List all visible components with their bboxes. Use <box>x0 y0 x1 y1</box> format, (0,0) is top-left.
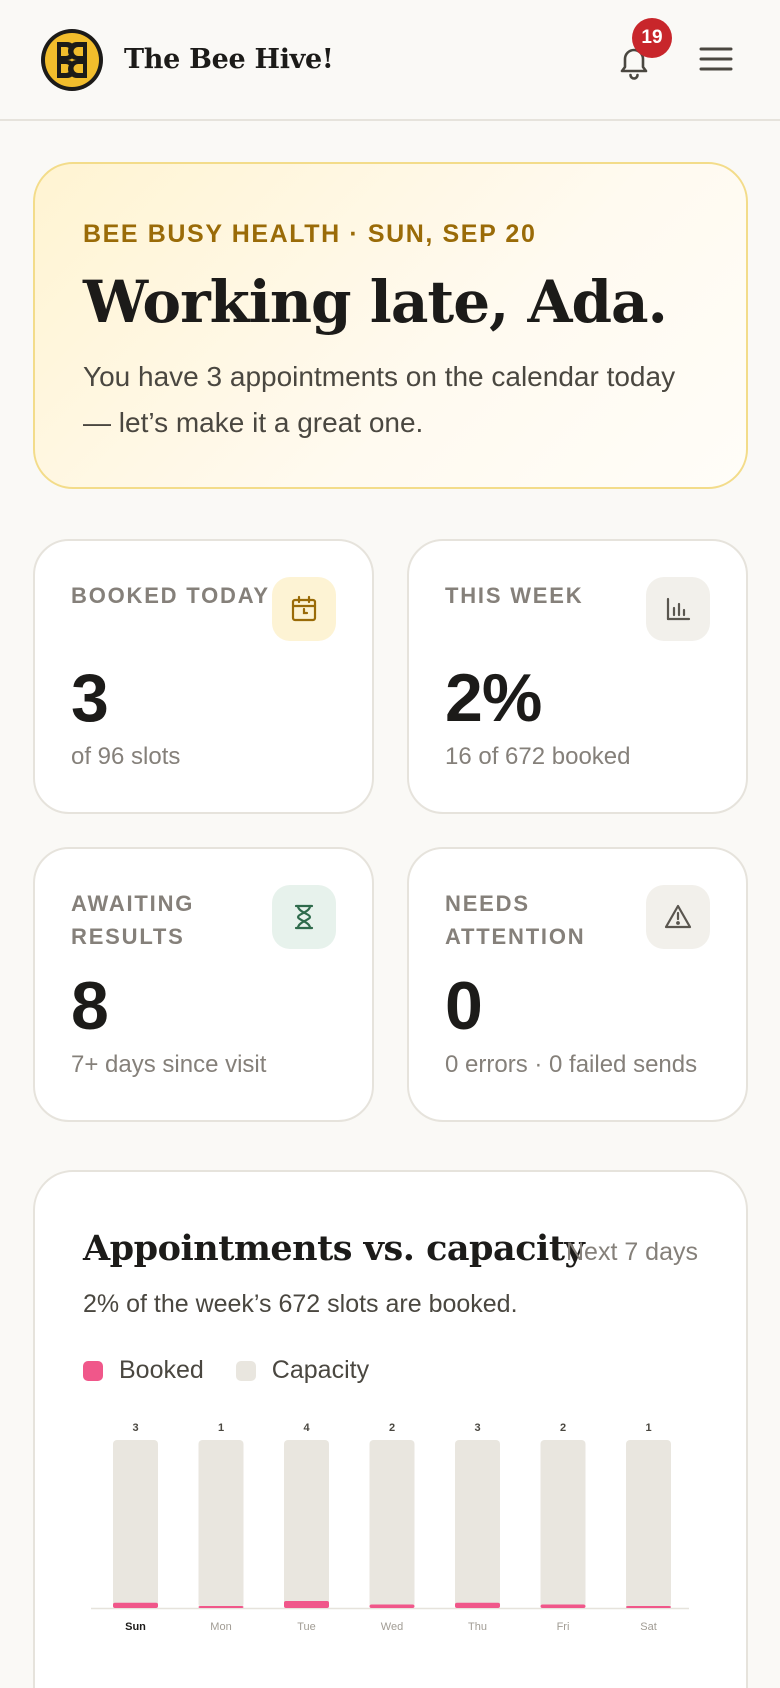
bee-hive-logo[interactable] <box>40 28 104 92</box>
stat-label: NEEDS ATTENTION <box>445 891 586 949</box>
x-tick-label-sat: Sat <box>640 1621 657 1633</box>
booked-bar-thu <box>455 1602 500 1608</box>
stat-card-awaiting-results[interactable]: AWAITING RESULTS 8 7+ days since visit <box>33 847 374 1122</box>
stat-value: 2% <box>445 660 542 736</box>
capacity-bar-sat <box>626 1440 671 1608</box>
bar-chart: 3 Sun 1 Mon 4 Tue 2 Wed 3 Thu 2 Fri 1 Sat <box>91 1422 689 1633</box>
booked-bar-sun <box>113 1602 158 1608</box>
bar-value-label: 1 <box>645 1422 651 1434</box>
stat-card-booked-today[interactable]: BOOKED TODAY 3 of 96 slots <box>33 539 374 814</box>
hero-summary: You have 3 appointments on the calendar … <box>83 361 676 438</box>
booked-bar-tue <box>284 1601 329 1608</box>
stat-label: THIS WEEK <box>445 583 584 608</box>
capacity-bar-sun <box>113 1440 158 1608</box>
x-tick-label-thu: Thu <box>468 1621 487 1633</box>
stat-value: 8 <box>71 968 109 1044</box>
app-title: The Bee Hive! <box>124 44 334 75</box>
stat-subtext: 16 of 672 booked <box>445 743 631 770</box>
calendar-icon <box>272 577 336 641</box>
hero-eyebrow: BEE BUSY HEALTH · SUN, SEP 20 <box>83 220 537 248</box>
hero-greeting: Working late, Ada. <box>83 268 668 336</box>
stat-value: 3 <box>71 660 109 736</box>
stat-card-needs-attention[interactable]: NEEDS ATTENTION 0 0 errors · 0 failed se… <box>407 847 748 1122</box>
capacity-bar-tue <box>284 1440 329 1608</box>
booked-bar-wed <box>369 1604 415 1608</box>
stat-label: AWAITING RESULTS <box>71 891 195 949</box>
capacity-bar-fri <box>540 1440 586 1608</box>
x-tick-label-wed: Wed <box>381 1621 403 1633</box>
warning-triangle-icon <box>646 885 710 949</box>
bar-chart-icon <box>646 577 710 641</box>
booked-bar-fri <box>540 1604 586 1608</box>
notification-badge[interactable]: 19 <box>632 18 672 58</box>
stat-card-this-week[interactable]: THIS WEEK 2% 16 of 672 booked <box>407 539 748 814</box>
capacity-bar-mon <box>198 1440 244 1608</box>
bar-value-label: 3 <box>474 1422 480 1434</box>
stat-subtext: of 96 slots <box>71 743 181 770</box>
bar-value-label: 2 <box>560 1422 566 1434</box>
appointments-chart-card: Appointments vs. capacity Next 7 days 2%… <box>33 1170 748 1688</box>
bar-value-label: 1 <box>218 1422 224 1434</box>
stat-label: BOOKED TODAY <box>71 583 270 608</box>
hourglass-icon <box>272 885 336 949</box>
capacity-bar-thu <box>455 1440 500 1608</box>
bar-value-label: 3 <box>132 1422 138 1434</box>
hamburger-menu-icon[interactable] <box>698 44 734 74</box>
capacity-bar-wed <box>369 1440 415 1608</box>
stat-subtext: 0 errors · 0 failed sends <box>445 1051 698 1078</box>
welcome-banner: BEE BUSY HEALTH · SUN, SEP 20 Working la… <box>33 162 748 489</box>
x-tick-label-fri: Fri <box>557 1621 570 1633</box>
stat-subtext: 7+ days since visit <box>71 1051 267 1078</box>
x-tick-label-tue: Tue <box>297 1621 316 1633</box>
bar-value-label: 4 <box>303 1422 310 1434</box>
bar-value-label: 2 <box>389 1422 395 1434</box>
app-header: The Bee Hive! 19 <box>0 0 780 121</box>
booked-bar-mon <box>198 1606 244 1608</box>
booked-bar-sat <box>626 1606 671 1608</box>
stat-value: 0 <box>445 968 483 1044</box>
x-tick-label-mon: Mon <box>210 1621 231 1633</box>
x-tick-label-sun: Sun <box>125 1621 146 1633</box>
